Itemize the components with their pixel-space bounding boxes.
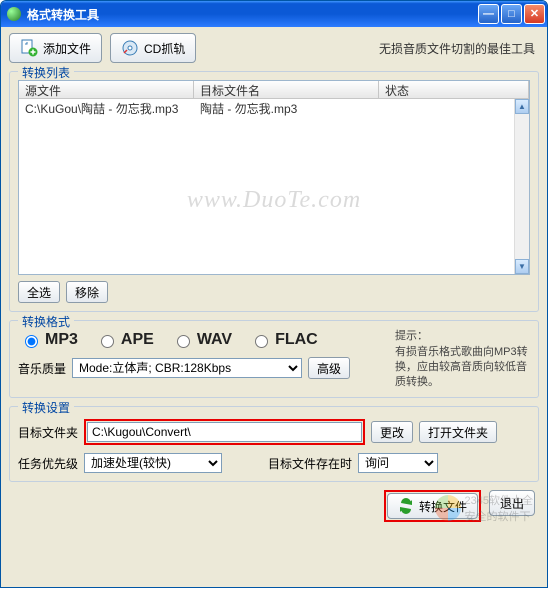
- exists-select[interactable]: 询问: [358, 453, 438, 473]
- priority-label: 任务优先级: [18, 455, 78, 472]
- quality-label: 音乐质量: [18, 360, 66, 377]
- highlight-convert-button: 转换文件: [384, 490, 481, 522]
- format-option-flac[interactable]: FLAC: [250, 331, 318, 349]
- format-legend: 转换格式: [18, 313, 74, 330]
- hint-body: 有损音乐格式歌曲向MP3转换，应由较高音质向较低音质转换。: [395, 345, 530, 390]
- convert-button[interactable]: 转换文件: [387, 493, 478, 519]
- app-icon: [7, 7, 21, 21]
- list-scrollbar[interactable]: ▲ ▼: [514, 99, 529, 274]
- advanced-button[interactable]: 高级: [308, 357, 350, 379]
- radio-mp3[interactable]: [25, 335, 38, 348]
- close-button[interactable]: ✕: [524, 4, 545, 24]
- list-row[interactable]: C:\KuGou\陶喆 - 勿忘我.mp3 陶喆 - 勿忘我.mp3: [19, 99, 529, 118]
- maximize-button[interactable]: □: [501, 4, 522, 24]
- slogan-text: 无损音质文件切割的最佳工具: [379, 40, 539, 57]
- radio-ape[interactable]: [101, 335, 114, 348]
- col-target[interactable]: 目标文件名: [194, 81, 379, 98]
- quality-select[interactable]: Mode:立体声; CBR:128Kbps: [72, 358, 302, 378]
- col-status[interactable]: 状态: [379, 81, 529, 98]
- settings-legend: 转换设置: [18, 399, 74, 416]
- convert-list-group: 转换列表 源文件 目标文件名 状态 C:\KuGou\陶喆 - 勿忘我.mp3 …: [9, 71, 539, 312]
- convert-icon: [398, 498, 414, 514]
- add-file-button[interactable]: 添加文件: [9, 33, 102, 63]
- radio-wav[interactable]: [177, 335, 190, 348]
- format-option-ape[interactable]: APE: [96, 331, 154, 349]
- col-source[interactable]: 源文件: [19, 81, 194, 98]
- priority-select[interactable]: 加速处理(较快): [84, 453, 222, 473]
- add-file-label: 添加文件: [43, 40, 91, 57]
- highlight-target-folder: [84, 419, 365, 445]
- cell-source: C:\KuGou\陶喆 - 勿忘我.mp3: [19, 100, 194, 117]
- convert-list-legend: 转换列表: [18, 64, 74, 81]
- scroll-up-icon[interactable]: ▲: [515, 99, 529, 114]
- format-option-mp3[interactable]: MP3: [20, 331, 78, 349]
- radio-flac[interactable]: [255, 335, 268, 348]
- exists-label: 目标文件存在时: [268, 455, 352, 472]
- window-title: 格式转换工具: [27, 6, 476, 23]
- cell-status: [379, 100, 529, 117]
- minimize-button[interactable]: —: [478, 4, 499, 24]
- select-all-button[interactable]: 全选: [18, 281, 60, 303]
- watermark-text: www.DuoTe.com: [19, 187, 529, 214]
- add-file-icon: [20, 39, 38, 57]
- cd-grab-button[interactable]: CD抓轨: [110, 33, 196, 63]
- settings-group: 转换设置 目标文件夹 更改 打开文件夹 任务优先级 加速处理(较快) 目标文件存…: [9, 406, 539, 482]
- cd-icon: [121, 39, 139, 57]
- list-header: 源文件 目标文件名 状态: [19, 81, 529, 99]
- cell-target: 陶喆 - 勿忘我.mp3: [194, 100, 379, 117]
- target-folder-label: 目标文件夹: [18, 424, 78, 441]
- open-folder-button[interactable]: 打开文件夹: [419, 421, 497, 443]
- remove-button[interactable]: 移除: [66, 281, 108, 303]
- scroll-down-icon[interactable]: ▼: [515, 259, 529, 274]
- target-folder-input[interactable]: [87, 422, 362, 442]
- exit-button[interactable]: 退出: [489, 490, 535, 516]
- file-list[interactable]: 源文件 目标文件名 状态 C:\KuGou\陶喆 - 勿忘我.mp3 陶喆 - …: [18, 80, 530, 275]
- hint-title: 提示：: [395, 329, 530, 344]
- hint-box: 提示： 有损音乐格式歌曲向MP3转换，应由较高音质向较低音质转换。: [395, 329, 530, 389]
- cd-grab-label: CD抓轨: [144, 40, 185, 57]
- change-folder-button[interactable]: 更改: [371, 421, 413, 443]
- format-group: 转换格式 MP3 APE WAV: [9, 320, 539, 398]
- format-option-wav[interactable]: WAV: [172, 331, 232, 349]
- window-titlebar: 格式转换工具 — □ ✕: [1, 1, 547, 27]
